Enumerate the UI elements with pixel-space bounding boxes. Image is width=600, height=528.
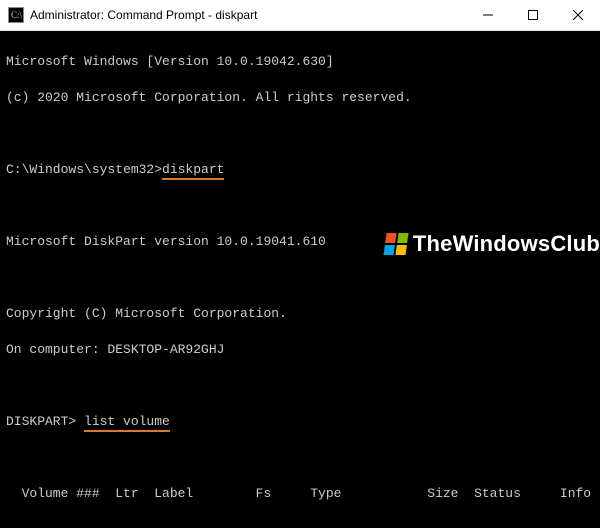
prompt-prefix: DISKPART> [6,414,84,429]
terminal[interactable]: Microsoft Windows [Version 10.0.19042.63… [0,31,600,528]
close-button[interactable] [555,0,600,30]
blank [6,449,600,467]
window-title: Administrator: Command Prompt - diskpart [30,8,257,22]
blank [6,125,600,143]
prompt-prefix: C:\Windows\system32> [6,162,162,177]
maximize-button[interactable] [510,0,555,30]
cmd-icon: C:\ [8,7,24,23]
cmd-diskpart: diskpart [162,162,224,180]
prompt-diskpart: C:\Windows\system32>diskpart [6,161,600,179]
diskpart-version: Microsoft DiskPart version 10.0.19041.61… [6,233,600,251]
prompt-list-volume: DISKPART> list volume [6,413,600,431]
version-line: Microsoft Windows [Version 10.0.19042.63… [6,53,600,71]
diskpart-computer: On computer: DESKTOP-AR92GHJ [6,341,600,359]
volume-table-header: Volume ### Ltr Label Fs Type Size Status… [6,485,600,503]
blank [6,269,600,287]
minimize-button[interactable] [465,0,510,30]
blank [6,197,600,215]
volume-table-divider: ---------- --- ----------- ----- -------… [6,521,600,528]
titlebar[interactable]: C:\ Administrator: Command Prompt - disk… [0,0,600,31]
copyright-line: (c) 2020 Microsoft Corporation. All righ… [6,89,600,107]
window-root: C:\ Administrator: Command Prompt - disk… [0,0,600,528]
svg-text:C:\: C:\ [11,10,23,20]
cmd-list-volume: list volume [84,414,170,432]
blank [6,377,600,395]
diskpart-copyright: Copyright (C) Microsoft Corporation. [6,305,600,323]
